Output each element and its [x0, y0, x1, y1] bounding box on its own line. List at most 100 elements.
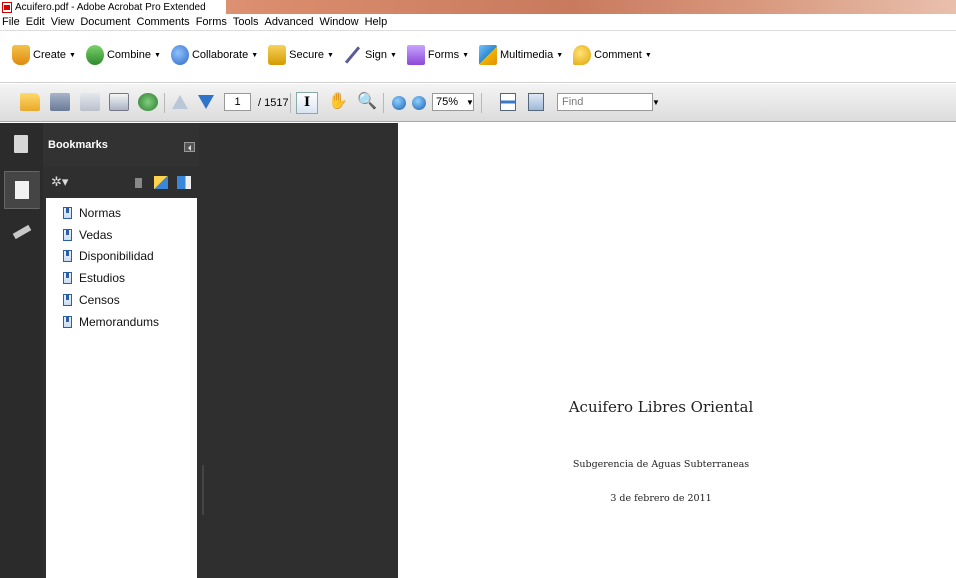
collapse-panel-button[interactable]: [184, 142, 195, 152]
menu-edit[interactable]: Edit: [25, 16, 50, 28]
next-page-button[interactable]: [198, 93, 214, 113]
save-icon: [80, 93, 100, 111]
toolbar-separator: [481, 93, 482, 113]
bookmark-item[interactable]: Estudios: [63, 269, 125, 287]
collaborate-icon: [170, 45, 189, 65]
scrolling-mode-button[interactable]: [500, 93, 516, 111]
bookmark-label: Normas: [79, 206, 122, 220]
bookmarks-list: Normas Vedas Disponibilidad Estudios Cen…: [46, 198, 197, 578]
form-icon: [406, 45, 425, 65]
bookmark-item[interactable]: Memorandums: [63, 313, 159, 331]
zoom-dropdown-icon[interactable]: ▼: [466, 93, 474, 113]
delete-bookmark-icon[interactable]: [135, 178, 142, 188]
share-button[interactable]: [138, 93, 158, 113]
open-button[interactable]: [20, 93, 40, 113]
bookmarks-header: Bookmarks: [43, 123, 199, 167]
bookmarks-title: Bookmarks: [48, 139, 108, 151]
save-button[interactable]: [80, 93, 100, 113]
menu-help[interactable]: Help: [364, 16, 393, 28]
fit-page-button[interactable]: [528, 93, 544, 111]
menu-comments[interactable]: Comments: [136, 16, 195, 28]
signatures-panel-icon[interactable]: [14, 223, 28, 241]
zoom-icon: 🔍: [357, 93, 377, 110]
bookmarks-toolbar: ✲▾: [43, 171, 199, 195]
multimedia-button[interactable]: Multimedia ▼: [479, 45, 563, 65]
comment-icon: [573, 45, 592, 65]
marquee-zoom-button[interactable]: 🔍: [357, 93, 377, 113]
previous-page-button[interactable]: [172, 93, 188, 113]
chevron-down-icon: ▼: [251, 51, 259, 59]
panel-resize-handle[interactable]: [202, 465, 204, 515]
chevron-down-icon: ▼: [462, 51, 470, 59]
select-tool-button[interactable]: I: [296, 92, 318, 114]
pdf-icon: [2, 1, 12, 13]
find-input[interactable]: Find: [557, 93, 653, 111]
bookmark-item[interactable]: Normas: [63, 204, 121, 222]
bookmark-item[interactable]: Vedas: [63, 226, 112, 244]
bookmark-icon: [63, 294, 72, 306]
zoom-in-icon: [412, 96, 426, 110]
sign-label: Sign: [364, 49, 387, 61]
combine-button[interactable]: Combine ▼: [85, 45, 161, 65]
secure-label: Secure: [289, 49, 324, 61]
sign-button[interactable]: Sign ▼: [344, 45, 397, 65]
hand-tool-button[interactable]: ✋: [328, 93, 348, 113]
bookmark-icon: [63, 207, 72, 219]
lock-icon: [268, 45, 287, 65]
bookmark-label: Vedas: [79, 228, 113, 242]
text-cursor-icon: I: [303, 95, 311, 110]
document-date: 3 de febrero de 2011: [610, 493, 712, 504]
collaborate-label: Collaborate: [191, 49, 249, 61]
arrow-down-icon: [198, 95, 214, 109]
email-button[interactable]: [109, 93, 129, 113]
menu-bar: File Edit View Document Comments Forms T…: [0, 14, 956, 31]
create-label: Create: [33, 49, 67, 61]
bookmark-label: Censos: [79, 293, 120, 307]
toolbar-separator: [290, 93, 291, 113]
zoom-in-button[interactable]: [412, 93, 426, 113]
menu-window[interactable]: Window: [318, 16, 363, 28]
bookmark-label: Memorandums: [79, 315, 160, 329]
menu-document[interactable]: Document: [79, 16, 135, 28]
bookmark-icon: [63, 229, 72, 241]
menu-file[interactable]: File: [1, 16, 25, 28]
arrow-up-icon: [172, 95, 188, 109]
bookmark-item[interactable]: Disponibilidad: [63, 247, 154, 265]
menu-advanced[interactable]: Advanced: [264, 16, 319, 28]
pages-panel-icon[interactable]: [14, 135, 28, 153]
secure-button[interactable]: Secure ▼: [268, 45, 334, 65]
create-button[interactable]: Create ▼: [12, 45, 76, 65]
zoom-out-icon: [392, 96, 406, 110]
hand-icon: ✋: [328, 93, 348, 110]
multimedia-label: Multimedia: [500, 49, 554, 61]
folder-icon: [20, 93, 40, 111]
forms-label: Forms: [427, 49, 460, 61]
expand-bookmark-icon[interactable]: [177, 176, 191, 189]
bookmark-icon: [63, 272, 72, 284]
bookmark-icon: [63, 316, 72, 328]
chevron-down-icon: ▼: [69, 51, 76, 59]
document-subtitle: Subgerencia de Aguas Subterraneas: [572, 459, 750, 470]
comment-button[interactable]: Comment ▼: [573, 45, 652, 65]
page-number-input[interactable]: 1: [224, 93, 251, 111]
pdf-page[interactable]: Acuifero Libres Oriental Subgerencia de …: [398, 123, 956, 578]
share-icon: [138, 93, 158, 111]
email-icon: [109, 93, 129, 111]
menu-forms[interactable]: Forms: [195, 16, 232, 28]
zoom-out-button[interactable]: [392, 93, 406, 113]
chevron-down-icon: ▼: [556, 51, 564, 59]
menu-view[interactable]: View: [50, 16, 80, 28]
bookmark-item[interactable]: Censos: [63, 291, 120, 309]
find-dropdown-icon[interactable]: ▼: [652, 93, 660, 113]
document-background: [199, 123, 398, 578]
combine-icon: [85, 45, 104, 65]
window-title-tab: Acuifero.pdf - Adobe Acrobat Pro Extende…: [0, 0, 226, 14]
forms-button[interactable]: Forms ▼: [406, 45, 470, 65]
collaborate-button[interactable]: Collaborate ▼: [170, 45, 259, 65]
options-gear-icon[interactable]: ✲▾: [51, 175, 68, 189]
print-button[interactable]: [50, 93, 70, 113]
menu-tools[interactable]: Tools: [232, 16, 264, 28]
pen-icon: [344, 45, 362, 65]
bookmarks-panel-icon[interactable]: [4, 171, 40, 209]
new-bookmark-icon[interactable]: [154, 176, 168, 189]
